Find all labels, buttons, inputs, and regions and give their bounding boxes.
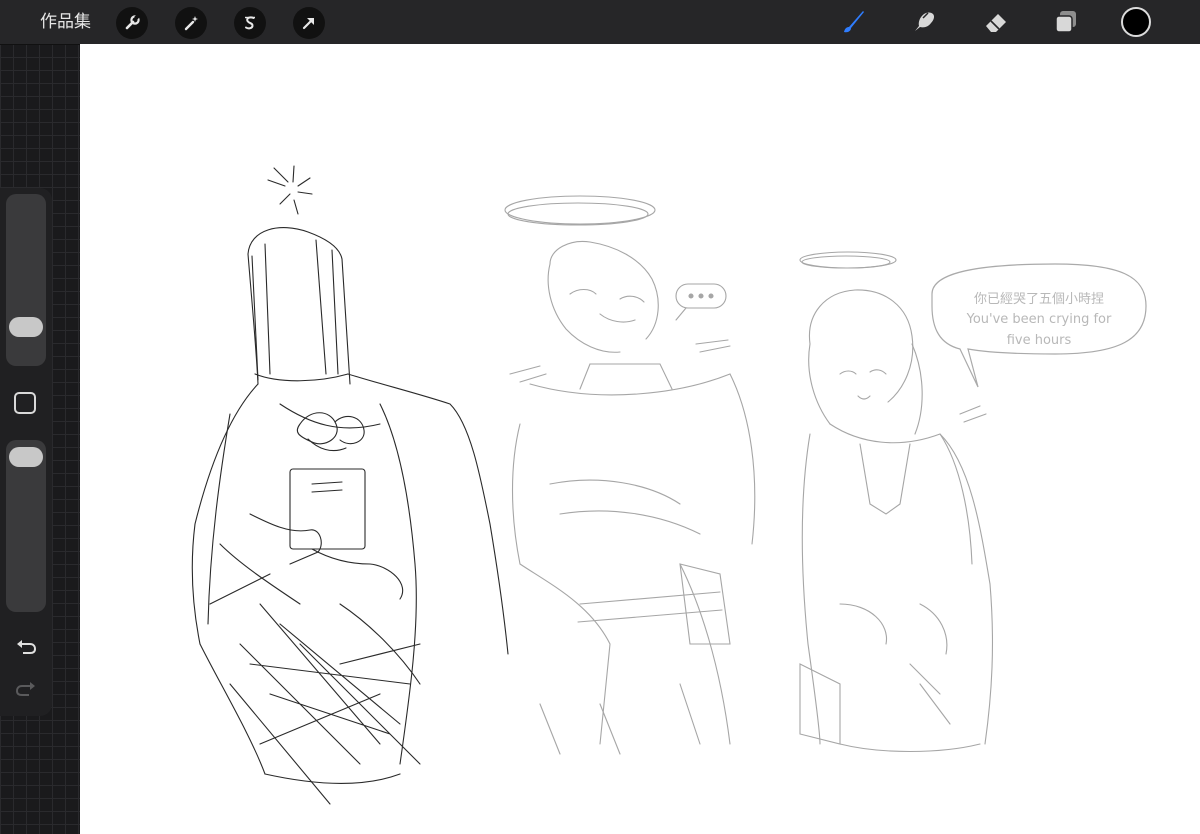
- speech-bubble-line-chinese: 你已經哭了五個小時捏: [973, 292, 1104, 307]
- eraser-tool-button[interactable]: [980, 6, 1012, 38]
- wrench-icon: [125, 14, 140, 30]
- layers-icon: [1055, 11, 1076, 33]
- sketch-artwork: [191, 165, 1147, 805]
- transform-button[interactable]: [293, 7, 325, 39]
- redo-icon: [15, 682, 35, 696]
- brush-tool-button[interactable]: [836, 6, 868, 38]
- top-toolbar: 作品集: [0, 0, 1200, 45]
- modify-square-icon[interactable]: [14, 392, 36, 414]
- color-picker-button[interactable]: [1121, 7, 1151, 37]
- eraser-icon: [986, 14, 1006, 32]
- selection-s-icon: [245, 16, 255, 30]
- drawing-canvas[interactable]: 你已經哭了五個小時捏 You've been crying for five h…: [80, 44, 1200, 834]
- speech-bubble-line-english-2: five hours: [1006, 333, 1072, 348]
- smudge-tool-button[interactable]: [908, 6, 940, 38]
- layers-button[interactable]: [1050, 6, 1082, 38]
- undo-icon: [17, 640, 37, 654]
- uniform-figure-sketch: [504, 195, 756, 755]
- hooded-figure-sketch: [191, 165, 509, 805]
- opacity-slider[interactable]: [6, 440, 46, 612]
- brush-icon: [844, 11, 864, 33]
- smudge-icon: [915, 12, 935, 31]
- transform-arrow-icon: [302, 18, 314, 30]
- undo-button[interactable]: [12, 634, 40, 658]
- selection-button[interactable]: [234, 7, 266, 39]
- speech-bubble-line-english-1: You've been crying for: [966, 312, 1112, 327]
- opacity-slider-thumb[interactable]: [9, 447, 43, 468]
- adjustments-button[interactable]: [175, 7, 207, 39]
- brush-size-slider[interactable]: [6, 194, 46, 366]
- brush-size-slider-thumb[interactable]: [9, 316, 43, 337]
- magic-wand-icon: [184, 16, 198, 31]
- actions-button[interactable]: [116, 7, 148, 39]
- redo-button[interactable]: [12, 676, 40, 700]
- left-sidebar: [0, 188, 52, 716]
- gallery-button[interactable]: 作品集: [40, 10, 91, 34]
